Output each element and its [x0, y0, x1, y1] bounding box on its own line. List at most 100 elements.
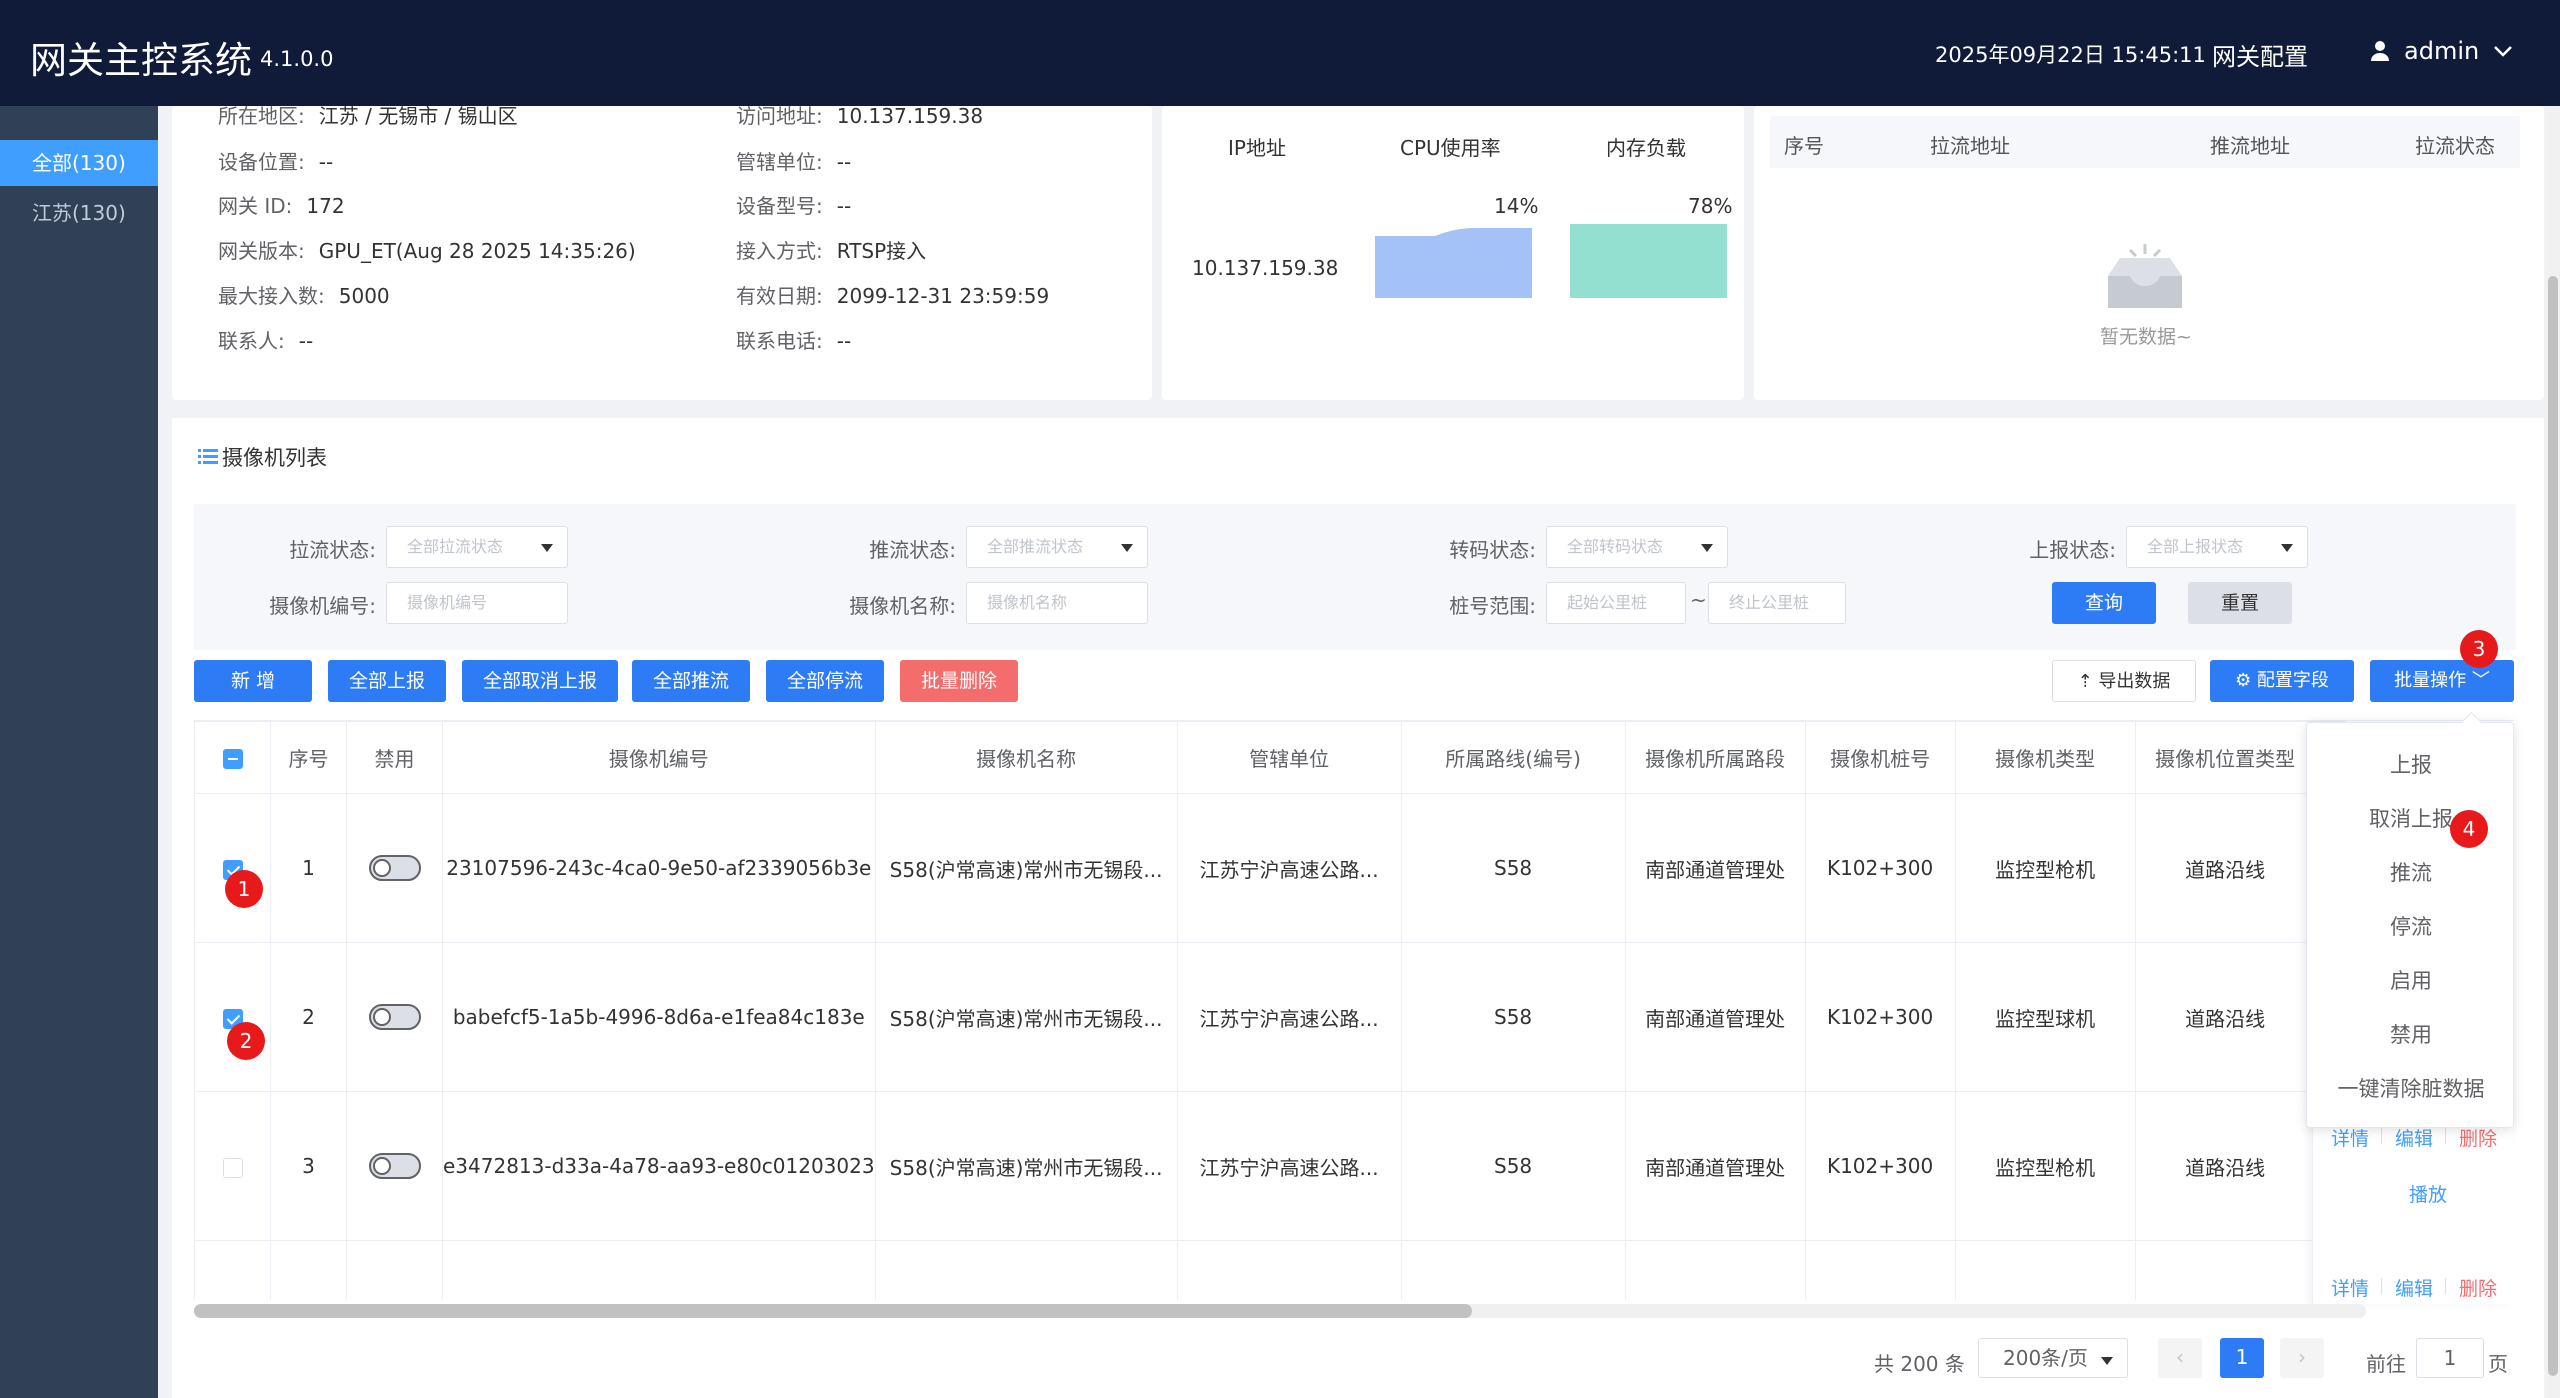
username: admin: [2404, 37, 2480, 65]
col-unit: 管辖单位: [1176, 721, 1402, 794]
camera-table: 序号 禁用 摄像机编号 摄像机名称 管辖单位 所属路线(编号) 摄像机所属路段 …: [194, 720, 2514, 1300]
row-toggle-cell[interactable]: [346, 1091, 443, 1241]
row-code: e3472813-d33a-4a78-aa93-e80c01203023: [442, 1091, 876, 1241]
row-route: S58: [1400, 1091, 1626, 1241]
panel-title: 摄像机列表: [198, 442, 327, 472]
row-location-type: 道路沿线: [2134, 793, 2316, 943]
row-unit: 江苏宁沪高速公路...: [1176, 1091, 1402, 1241]
pull-status-select[interactable]: 全部拉流状态: [386, 526, 568, 568]
batch-delete-button[interactable]: 批量删除: [900, 660, 1018, 702]
camera-name-input[interactable]: 摄像机名称: [966, 582, 1148, 624]
user-icon: [2371, 41, 2389, 61]
sidebar-item-jiangsu[interactable]: 江苏(130): [0, 190, 158, 236]
camera-code-input[interactable]: 摄像机编号: [386, 582, 568, 624]
query-button[interactable]: 查询: [2052, 582, 2156, 624]
cpu-percent: 14%: [1494, 194, 1539, 218]
disable-toggle[interactable]: [368, 1153, 421, 1180]
transcode-status-placeholder: 全部转码状态: [1567, 537, 1664, 556]
select-all-cell[interactable]: [194, 721, 271, 794]
pile-end-input[interactable]: 终止公里桩: [1708, 582, 1846, 624]
row-name: [874, 1240, 1178, 1300]
table-horizontal-scrollbar[interactable]: [194, 1304, 2366, 1318]
chevron-down-icon: ﹀: [2466, 670, 2490, 691]
row-select-cell[interactable]: [194, 793, 271, 943]
row-select-cell[interactable]: [194, 1091, 271, 1241]
edit-link[interactable]: 编辑: [2395, 1124, 2433, 1151]
info-location: 设备位置: --: [218, 150, 334, 174]
row-section: 南部通道管理处: [1624, 942, 1806, 1092]
row-toggle-cell[interactable]: [346, 793, 443, 943]
report-status-label: 上报状态:: [2029, 538, 2116, 562]
batch-ops-button[interactable]: 批量操作 ﹀: [2370, 660, 2514, 702]
info-expiry: 有效日期: 2099-12-31 23:59:59: [736, 284, 1050, 308]
dropdown-item-stop[interactable]: 停流: [2307, 911, 2515, 941]
metric-ip-header: IP地址: [1228, 136, 1286, 160]
dropdown-item-disable[interactable]: 禁用: [2307, 1019, 2515, 1049]
mem-percent: 78%: [1688, 194, 1733, 218]
chevron-down-icon: [2494, 46, 2513, 57]
page-size-select[interactable]: 200条/页: [1978, 1338, 2128, 1378]
stop-all-button[interactable]: 全部停流: [766, 660, 884, 702]
scrollbar-thumb[interactable]: [2548, 276, 2558, 1376]
current-page[interactable]: 1: [2220, 1338, 2264, 1378]
report-all-button[interactable]: 全部上报: [328, 660, 446, 702]
table-row: [194, 1240, 2346, 1300]
scrollbar-thumb[interactable]: [194, 1304, 1472, 1318]
delete-link[interactable]: 删除: [2459, 1274, 2497, 1301]
reset-button[interactable]: 重置: [2188, 582, 2292, 624]
pull-status-placeholder: 全部拉流状态: [407, 537, 504, 556]
dropdown-item-report[interactable]: 上报: [2307, 749, 2515, 779]
metric-cpu-header: CPU使用率: [1400, 136, 1501, 160]
table-row: 2 babefcf5-1a5b-4996-8d6a-e1fea84c183e S…: [194, 942, 2346, 1092]
disable-toggle[interactable]: [368, 855, 421, 882]
info-phone: 联系电话: --: [736, 329, 852, 353]
row-toggle-cell[interactable]: [346, 942, 443, 1092]
push-status-select[interactable]: 全部推流状态: [966, 526, 1148, 568]
page-vertical-scrollbar[interactable]: [2546, 106, 2560, 1398]
row-pile: [1804, 1240, 1956, 1300]
row-code: [442, 1240, 876, 1300]
play-link[interactable]: 播放: [2409, 1180, 2447, 1207]
goto-label: 前往: [2366, 1352, 2406, 1376]
config-fields-button[interactable]: ⚙ 配置字段: [2210, 660, 2354, 702]
stream-col-status: 拉流状态: [2415, 134, 2495, 158]
info-access-mode: 接入方式: RTSP接入: [736, 239, 927, 263]
next-page-button[interactable]: ›: [2280, 1338, 2324, 1378]
report-status-select[interactable]: 全部上报状态: [2126, 526, 2308, 568]
row-route: S58: [1400, 942, 1626, 1092]
row-name: S58(沪常高速)常州市无锡段...: [874, 793, 1178, 943]
prev-page-button[interactable]: ‹: [2158, 1338, 2202, 1378]
detail-link[interactable]: 详情: [2331, 1124, 2369, 1151]
dropdown-item-enable[interactable]: 启用: [2307, 965, 2515, 995]
disable-toggle[interactable]: [368, 1004, 421, 1031]
gateway-config-link[interactable]: 网关配置: [2212, 37, 2308, 72]
pull-status-label: 拉流状态:: [289, 538, 376, 562]
row-unit: 江苏宁沪高速公路...: [1176, 942, 1402, 1092]
pile-start-input[interactable]: 起始公里桩: [1546, 582, 1686, 624]
row-type: [1954, 1240, 2136, 1300]
row-select-cell[interactable]: [194, 942, 271, 1092]
dropdown-item-clear-dirty[interactable]: 一键清除脏数据: [2307, 1073, 2515, 1103]
goto-page-input[interactable]: 1: [2416, 1338, 2484, 1378]
sidebar-item-all[interactable]: 全部(130): [0, 140, 158, 186]
row-checkbox[interactable]: [222, 1157, 243, 1178]
add-button[interactable]: 新 增: [194, 660, 312, 702]
select-all-checkbox[interactable]: [222, 749, 243, 769]
delete-link[interactable]: 删除: [2459, 1124, 2497, 1151]
caret-down-icon: [2281, 544, 2293, 552]
transcode-status-select[interactable]: 全部转码状态: [1546, 526, 1728, 568]
edit-link[interactable]: 编辑: [2395, 1274, 2433, 1301]
info-contact: 联系人: --: [218, 329, 314, 353]
stream-col-pull: 拉流地址: [1930, 134, 2010, 158]
row-no: 2: [270, 942, 347, 1092]
cancel-report-all-button[interactable]: 全部取消上报: [462, 660, 618, 702]
export-button[interactable]: ⇡ 导出数据: [2052, 660, 2196, 702]
caret-down-icon: [1701, 544, 1713, 552]
detail-link[interactable]: 详情: [2331, 1274, 2369, 1301]
dropdown-item-push[interactable]: 推流: [2307, 857, 2515, 887]
step-badge-1: 1: [225, 870, 263, 908]
info-gateway-id: 网关 ID: 172: [218, 194, 345, 218]
user-menu[interactable]: admin: [2370, 37, 2513, 65]
panel-title-text: 摄像机列表: [222, 446, 327, 470]
push-all-button[interactable]: 全部推流: [632, 660, 750, 702]
